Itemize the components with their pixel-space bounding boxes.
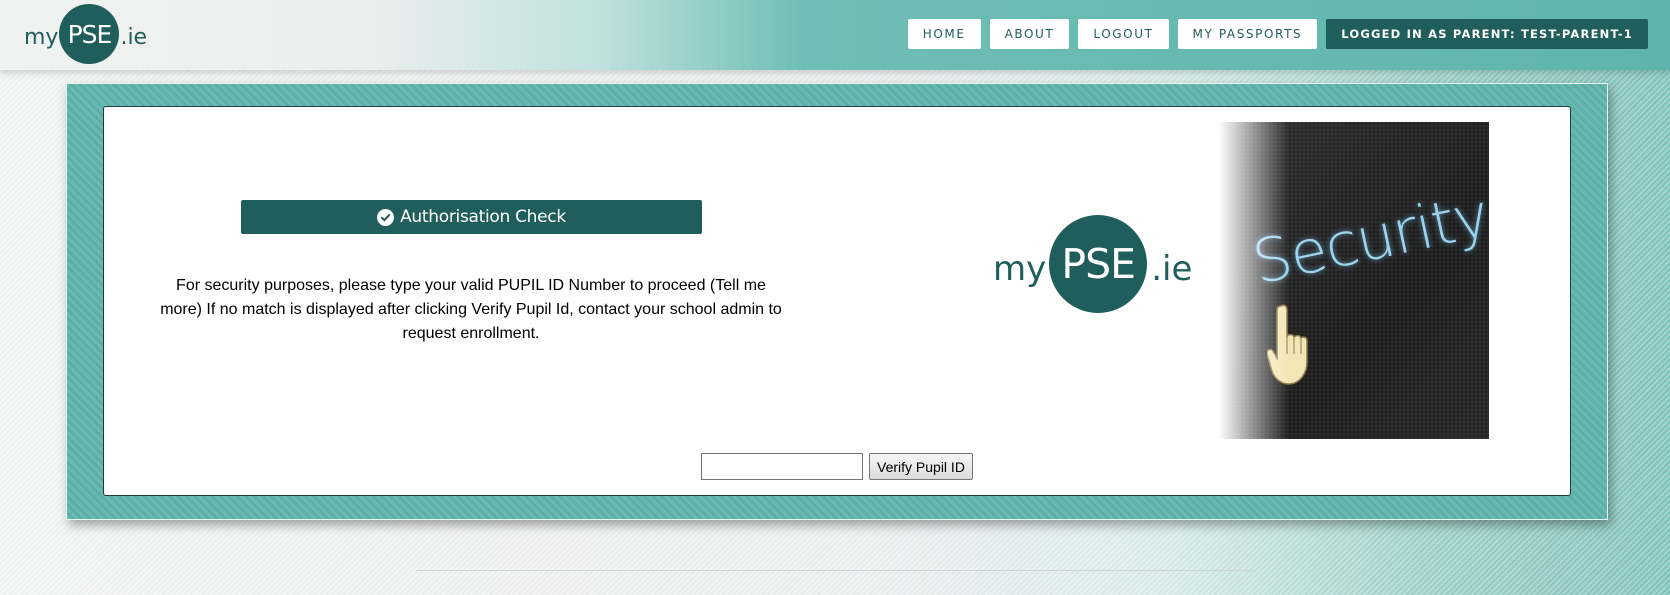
verify-pupil-id-button[interactable]: Verify Pupil ID: [869, 453, 973, 480]
nav-my-passports-button[interactable]: MY PASSPORTS: [1177, 19, 1318, 49]
instructions-text: For security purposes, please type your …: [160, 277, 782, 342]
center-logo-circle: PSE: [1049, 215, 1148, 313]
authorisation-check-heading: Authorisation Check: [241, 200, 702, 234]
nav-about-button[interactable]: ABOUT: [989, 19, 1070, 49]
footer-divider: [416, 570, 1256, 571]
nav-logout-button[interactable]: LOGOUT: [1078, 19, 1169, 49]
check-circle-icon: [377, 208, 395, 226]
pupil-id-input[interactable]: [701, 453, 863, 480]
nav-home-button[interactable]: HOME: [907, 19, 981, 49]
center-logo-prefix: my: [993, 249, 1047, 289]
logo-circle: PSE: [59, 4, 120, 64]
logo-suffix: .ie: [120, 24, 148, 50]
site-header: my PSE .ie HOME ABOUT LOGOUT MY PASSPORT…: [0, 0, 1670, 70]
main-panel: Authorisation Check For security purpose…: [66, 83, 1608, 520]
security-image: Security: [1219, 122, 1489, 439]
security-image-text: Security: [1247, 180, 1489, 299]
center-logo: my PSE .ie: [993, 215, 1192, 313]
center-logo-suffix: .ie: [1151, 249, 1193, 289]
authorisation-card: Authorisation Check For security purpose…: [103, 106, 1571, 496]
main-nav: HOME ABOUT LOGOUT MY PASSPORTS LOGGED IN…: [907, 19, 1648, 49]
hand-pointer-icon: [1267, 304, 1308, 385]
logo-prefix: my: [24, 24, 59, 50]
logged-in-user-badge[interactable]: LOGGED IN AS PARENT: TEST-PARENT-1: [1326, 19, 1648, 49]
authorisation-check-label: Authorisation Check: [400, 207, 566, 227]
site-logo[interactable]: my PSE .ie: [24, 4, 147, 64]
